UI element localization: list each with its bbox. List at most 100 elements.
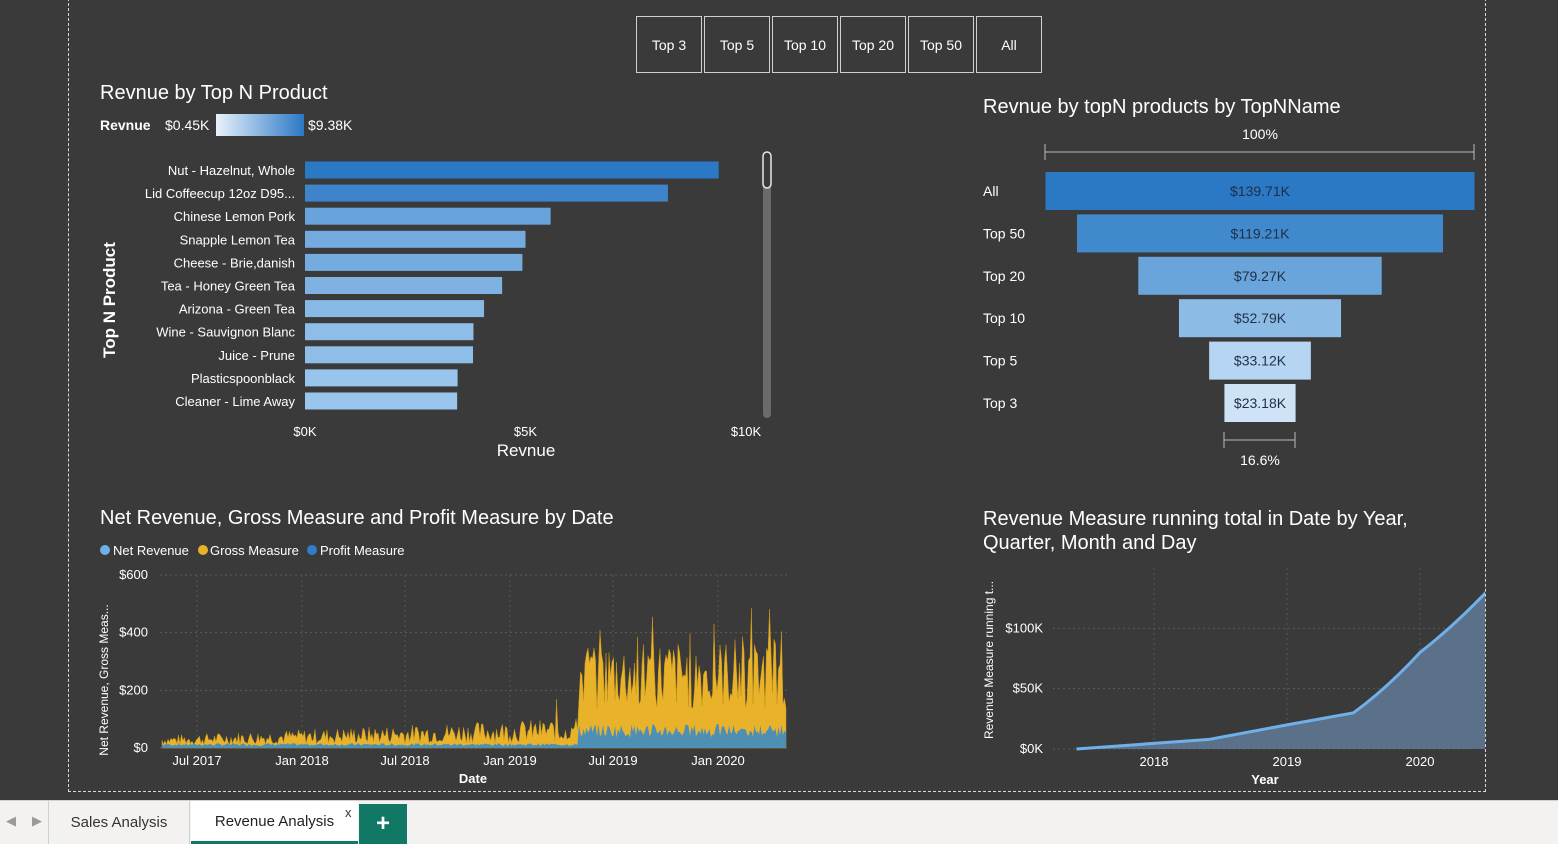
bar-category-label: Juice - Prune — [218, 348, 295, 363]
line-x-tick: Jan 2019 — [483, 753, 537, 768]
legend-profit-measure: Profit Measure — [320, 543, 405, 558]
bar[interactable] — [305, 392, 458, 410]
bar-category-label: Chinese Lemon Pork — [174, 209, 296, 224]
line-x-tick: Jan 2020 — [691, 753, 745, 768]
bar-scrollbar-track[interactable] — [763, 152, 771, 418]
funnel-category-label: Top 20 — [983, 268, 1025, 284]
bar-category-label: Tea - Honey Green Tea — [161, 279, 296, 294]
running-total-chart[interactable]: Revenue Measure running t... $100K $50K $0… — [975, 560, 1485, 792]
funnel-value-label: $33.12K — [1234, 353, 1287, 369]
bar-category-label: Nut - Hazelnut, Whole — [168, 163, 295, 178]
area-y-tick: $0K — [1020, 741, 1043, 756]
sheet-tab-bar: ◀ ▶ Sales Analysis Revenue Analysis x + — [0, 800, 1558, 844]
area-y-axis-title: Revenue Measure running t... — [982, 581, 996, 739]
tab-close-icon[interactable]: x — [345, 805, 352, 820]
bar-category-label: Lid Coffeecup 12oz D95... — [145, 186, 295, 201]
legend-gross-measure-dot — [198, 545, 208, 555]
bar-category-label: Plasticspoonblack — [191, 371, 296, 386]
funnel-value-label: $23.18K — [1234, 395, 1287, 411]
tab-revenue-analysis[interactable]: Revenue Analysis — [191, 801, 358, 844]
tab-revenue-analysis-label: Revenue Analysis — [214, 812, 335, 830]
line-x-axis-title: Date — [459, 771, 487, 786]
tab-sales-analysis[interactable]: Sales Analysis — [49, 801, 190, 844]
legend-net-revenue-dot — [100, 545, 110, 555]
bar-x-tick: $10K — [731, 424, 762, 439]
area-chart-title: Revenue Measure running total in Date by… — [983, 507, 1408, 555]
tab-scroll-right-icon[interactable]: ▶ — [32, 813, 42, 829]
add-page-button[interactable]: + — [359, 804, 407, 844]
slicer-top-50[interactable]: Top 50 — [908, 16, 974, 73]
slicer-all[interactable]: All — [976, 16, 1042, 73]
area-chart-title-line1: Revenue Measure running total in Date by… — [983, 508, 1408, 530]
funnel-bottom-bracket — [1223, 432, 1296, 448]
legend-profit-measure-dot — [307, 545, 317, 555]
bar-y-axis-title: Top N Product — [100, 242, 119, 358]
area-x-axis-title: Year — [1251, 772, 1278, 787]
gross-measure-series[interactable] — [161, 608, 787, 749]
tab-scroll-left-icon[interactable]: ◀ — [6, 813, 16, 829]
line-y-tick: $200 — [119, 682, 148, 697]
funnel-value-label: $119.21K — [1231, 225, 1291, 241]
bar[interactable] — [305, 369, 458, 387]
area-y-tick: $50K — [1013, 681, 1044, 696]
funnel-value-label: $52.79K — [1234, 310, 1287, 326]
funnel-value-label: $79.27K — [1234, 268, 1287, 284]
funnel-top-bracket — [1044, 144, 1475, 160]
slicer-top-3[interactable]: Top 3 — [636, 16, 702, 73]
line-legend: Net Revenue Gross Measure Profit Measure — [100, 543, 405, 558]
line-y-tick: $600 — [119, 567, 148, 582]
bar-legend-gradient — [216, 114, 304, 136]
bar-chart-title: Revnue by Top N Product — [100, 82, 328, 104]
revenue-line-chart[interactable]: Net Revenue Gross Measure Profit Measure… — [90, 535, 800, 790]
funnel-category-label: Top 5 — [983, 353, 1017, 369]
area-chart-title-line2: Quarter, Month and Day — [983, 532, 1197, 554]
bar[interactable] — [305, 277, 503, 294]
slicer-top-10[interactable]: Top 10 — [772, 16, 838, 73]
funnel-category-label: Top 50 — [983, 225, 1025, 241]
line-x-tick: Jul 2019 — [588, 753, 637, 768]
line-chart-title: Net Revenue, Gross Measure and Profit Me… — [100, 507, 614, 529]
area-x-tick: 2018 — [1140, 754, 1169, 769]
area-y-tick: $100K — [1005, 620, 1043, 635]
funnel-category-label: Top 10 — [983, 310, 1025, 326]
line-y-axis-title: Net Revenue, Gross Meas... — [97, 604, 111, 755]
line-x-tick: Jul 2018 — [380, 753, 429, 768]
legend-net-revenue: Net Revenue — [113, 543, 189, 558]
bar-category-label: Snapple Lemon Tea — [180, 232, 296, 247]
topn-slicer: Top 3 Top 5 Top 10 Top 20 Top 50 All — [636, 16, 1042, 73]
bar[interactable] — [305, 230, 526, 248]
bar-category-label: Cheese - Brie,danish — [174, 255, 295, 270]
line-y-tick: $400 — [119, 625, 148, 640]
bar-x-tick: $5K — [514, 424, 537, 439]
bar-category-label: Cleaner - Lime Away — [175, 394, 295, 409]
bar[interactable] — [305, 323, 474, 341]
funnel-category-label: Top 3 — [983, 395, 1017, 411]
bar[interactable] — [305, 184, 668, 202]
bar-legend-min: $0.45K — [165, 117, 210, 133]
funnel-chart-title: Revnue by topN products by TopNName — [983, 96, 1341, 118]
slicer-top-20[interactable]: Top 20 — [840, 16, 906, 73]
bar-x-tick: $0K — [293, 424, 316, 439]
bar-chart[interactable]: Revnue $0.45K $9.38K Top N Product Nut -… — [90, 110, 790, 470]
funnel-value-label: $139.71K — [1230, 183, 1291, 199]
running-total-area[interactable] — [1076, 580, 1485, 749]
bar-category-label: Arizona - Green Tea — [179, 302, 296, 317]
funnel-chart[interactable]: 100% $139.71K All $119.21K Top 50 $79.27K Top… — [975, 120, 1485, 480]
bar-legend-label: Revnue — [100, 117, 151, 133]
area-x-tick: 2020 — [1406, 754, 1435, 769]
bar[interactable] — [305, 161, 719, 179]
bar-x-axis-title: Revnue — [497, 441, 556, 460]
area-x-tick: 2019 — [1273, 754, 1302, 769]
slicer-top-5[interactable]: Top 5 — [704, 16, 770, 73]
line-y-tick: $0 — [134, 740, 148, 755]
bar[interactable] — [305, 346, 474, 364]
legend-gross-measure: Gross Measure — [210, 543, 299, 558]
line-x-tick: Jul 2017 — [172, 753, 221, 768]
bar[interactable] — [305, 207, 551, 225]
bar[interactable] — [305, 300, 485, 318]
bar[interactable] — [305, 253, 523, 271]
bar-scrollbar-thumb[interactable] — [762, 151, 772, 189]
line-x-tick: Jan 2018 — [275, 753, 329, 768]
funnel-bottom-percent: 16.6% — [1240, 452, 1280, 468]
bar-legend-max: $9.38K — [308, 117, 353, 133]
